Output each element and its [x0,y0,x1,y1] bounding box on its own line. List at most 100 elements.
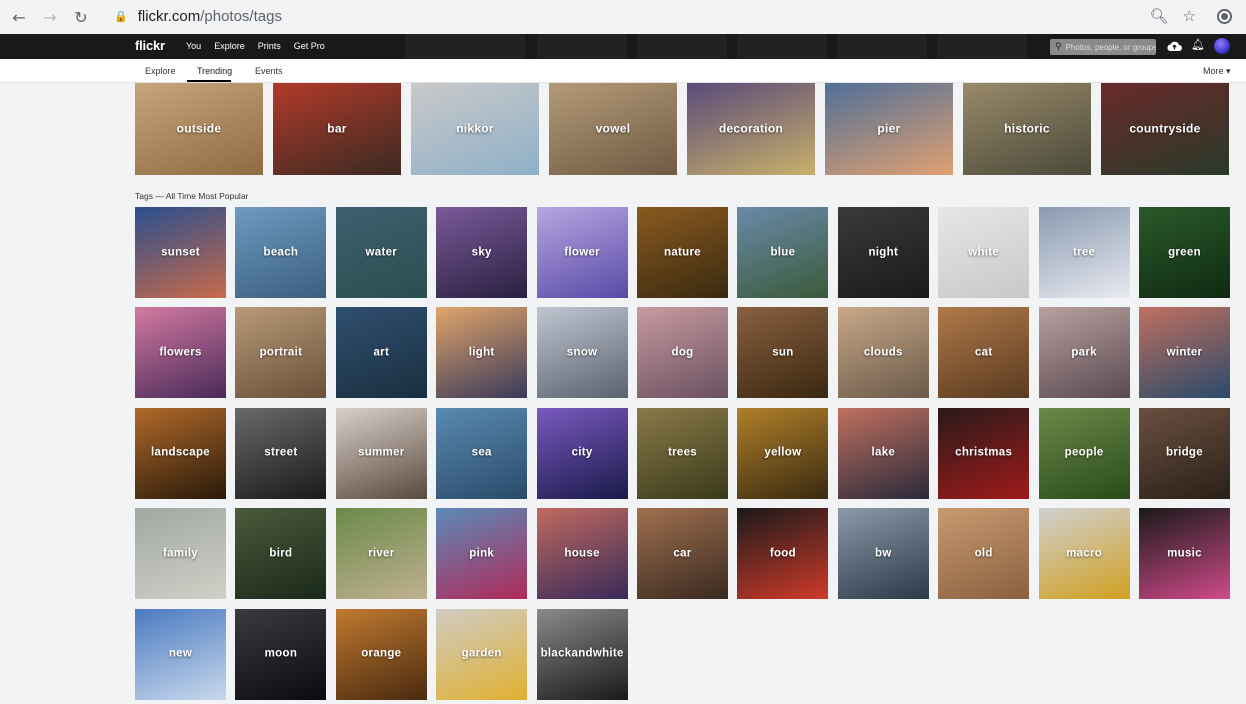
tag-tile-pier[interactable]: pier [825,83,953,175]
nav-you[interactable]: You [186,41,201,51]
reload-icon[interactable]: ↻ [70,6,92,28]
tag-label: cat [974,346,993,359]
tag-tile-flower[interactable]: flower [536,207,628,298]
tag-tile-light[interactable]: light [436,307,528,399]
tag-label: lake [871,446,896,459]
tag-label: family [162,547,199,560]
tag-label: music [1167,547,1202,560]
tag-label: blue [770,246,796,258]
tag-tile-sunset[interactable]: sunset [135,207,226,298]
tag-tile-yellow[interactable]: yellow [737,407,829,499]
tab-events[interactable]: Events [255,66,283,76]
back-arrow-icon[interactable]: ← [8,6,30,28]
tag-tile-people[interactable]: people [1038,407,1130,499]
url-text: flickr.com/photos/tags [138,8,282,25]
tag-label: dog [671,346,694,359]
tag-tile-car[interactable]: car [637,508,728,600]
tag-tile-decoration[interactable]: decoration [687,83,815,175]
tag-tile-blue[interactable]: blue [737,207,829,298]
tag-tile-green[interactable]: green [1139,207,1230,298]
tag-tile-moon[interactable]: moon [235,608,327,700]
tag-tile-clouds[interactable]: clouds [837,307,929,399]
tag-tile-family[interactable]: family [135,508,226,600]
tag-tile-outside[interactable]: outside [135,83,263,175]
search-input[interactable]: ⚲ Photos, people, or groups [1050,39,1156,55]
tag-tile-lake[interactable]: lake [837,407,929,499]
tag-tile-vowel[interactable]: vowel [549,83,677,175]
tag-label: clouds [863,346,903,359]
tag-tile-old[interactable]: old [938,508,1030,600]
tag-tile-beach[interactable]: beach [235,207,327,298]
tag-tile-sea[interactable]: sea [436,407,528,499]
address-bar[interactable]: 🔒 flickr.com/photos/tags 🔍︎ ☆ [104,3,1204,30]
tag-tile-flowers[interactable]: flowers [135,307,226,399]
tag-label: landscape [151,446,210,459]
notifications-bell-icon[interactable]: 🔔︎ [1191,38,1205,51]
tag-label: food [769,547,796,560]
header-decor [837,34,927,59]
tag-tile-night[interactable]: night [837,207,929,298]
tag-tile-bird[interactable]: bird [235,508,327,600]
nav-explore[interactable]: Explore [214,41,245,51]
forward-arrow-icon[interactable]: → [39,6,61,28]
tag-tile-summer[interactable]: summer [335,407,427,499]
tag-tile-new[interactable]: new [135,608,226,700]
tag-label: city [571,446,593,459]
tag-tile-trees[interactable]: trees [637,407,728,499]
tag-label: water [365,246,398,258]
more-menu-button[interactable]: More ▾ [1203,66,1231,77]
search-placeholder: Photos, people, or groups [1065,42,1156,52]
tag-label: snow [566,346,598,359]
tag-tile-art[interactable]: art [335,307,427,399]
upload-cloud-icon[interactable] [1167,40,1182,52]
tag-tile-sun[interactable]: sun [737,307,829,399]
tag-label: flowers [159,346,202,359]
tag-tile-street[interactable]: street [235,407,327,499]
tag-tile-house[interactable]: house [536,508,628,600]
tag-tile-music[interactable]: music [1139,508,1230,600]
tab-explore[interactable]: Explore [145,66,176,76]
nav-prints[interactable]: Prints [258,41,281,51]
tag-label: street [264,446,298,459]
tag-tile-tree[interactable]: tree [1038,207,1130,298]
tag-tile-pink[interactable]: pink [436,508,528,600]
bookmark-star-icon[interactable]: ☆ [1183,7,1196,25]
tag-tile-park[interactable]: park [1038,307,1130,399]
tag-tile-bw[interactable]: bw [837,508,929,600]
tag-label: beach [263,246,299,258]
tag-tile-winter[interactable]: winter [1139,307,1230,399]
flickr-logo[interactable]: flickr [135,38,165,53]
tag-tile-food[interactable]: food [737,508,829,600]
tag-label: old [974,547,993,560]
tab-trending[interactable]: Trending [197,66,232,76]
tag-tile-bridge[interactable]: bridge [1139,407,1230,499]
tag-tile-cat[interactable]: cat [938,307,1030,399]
tag-tile-blackandwhite[interactable]: blackandwhite [536,608,628,700]
tag-tile-landscape[interactable]: landscape [135,407,226,499]
tag-tile-nature[interactable]: nature [637,207,728,298]
tag-label: winter [1166,346,1203,359]
zoom-icon[interactable]: 🔍︎ [1150,7,1169,25]
tag-tile-snow[interactable]: snow [536,307,628,399]
tag-tile-macro[interactable]: macro [1038,508,1130,600]
tag-tile-orange[interactable]: orange [335,608,427,700]
user-avatar[interactable] [1214,38,1230,54]
tag-tile-river[interactable]: river [335,508,427,600]
tag-tile-historic[interactable]: historic [963,83,1091,175]
tag-tile-countryside[interactable]: countryside [1101,83,1229,175]
tag-tile-sky[interactable]: sky [436,207,528,298]
tag-tile-bar[interactable]: bar [273,83,401,175]
tag-tile-portrait[interactable]: portrait [235,307,327,399]
tag-tile-nikkor[interactable]: nikkor [411,83,539,175]
tag-label: sky [471,246,492,258]
nav-get-pro[interactable]: Get Pro [294,41,325,51]
tag-tile-white[interactable]: white [938,207,1030,298]
tag-tile-christmas[interactable]: christmas [938,407,1030,499]
tag-label: bird [269,547,293,560]
tag-tile-water[interactable]: water [335,207,427,298]
tag-tile-city[interactable]: city [536,407,628,499]
tag-label: historic [1004,121,1050,135]
tag-tile-garden[interactable]: garden [436,608,528,700]
tag-tile-dog[interactable]: dog [637,307,728,399]
browser-profile-icon[interactable] [1217,9,1232,24]
